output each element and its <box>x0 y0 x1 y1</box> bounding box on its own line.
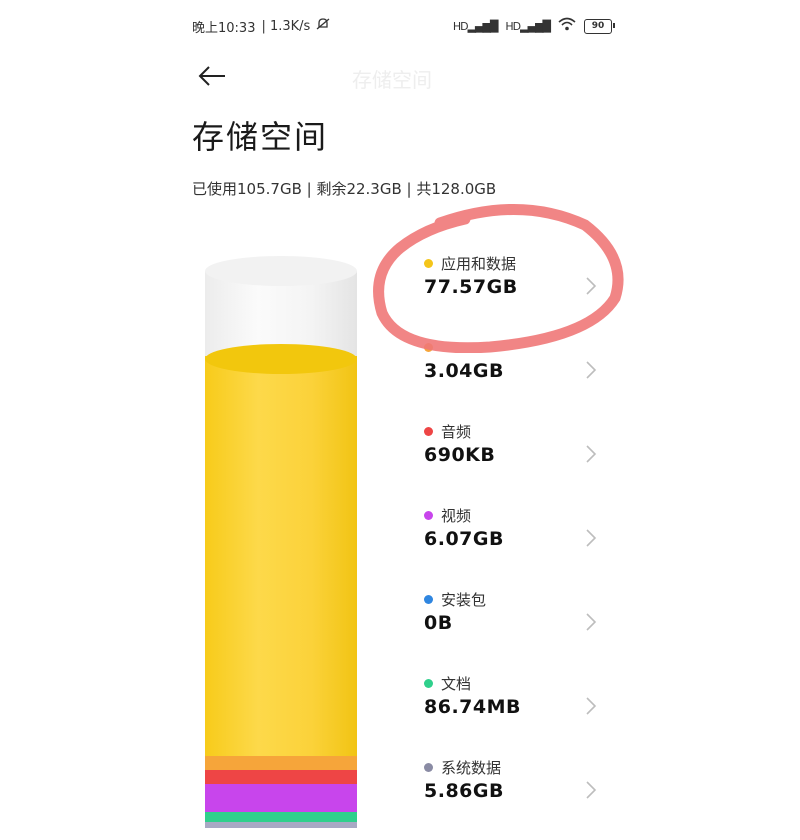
category-value: 77.57GB <box>424 276 518 298</box>
category-value: 0B <box>424 612 453 634</box>
segment-audio <box>205 770 357 784</box>
chevron-right-icon <box>586 697 597 715</box>
segment-images <box>205 756 357 770</box>
category-color-dot <box>424 426 433 436</box>
category-label: 音频 <box>441 422 472 441</box>
category-apps[interactable]: 应用和数据 77.57GB <box>424 252 604 336</box>
category-label: 文档 <box>441 674 472 693</box>
category-value: 3.04GB <box>424 360 504 382</box>
category-value: 86.74MB <box>424 696 521 718</box>
mute-bell-icon <box>316 17 330 35</box>
status-time: 晚上10:33 <box>192 20 256 36</box>
category-color-dot <box>424 678 433 688</box>
cylinder-top <box>205 256 357 286</box>
category-color-dot <box>424 258 433 268</box>
chevron-right-icon <box>586 445 597 463</box>
category-color-dot <box>424 510 433 520</box>
category-value: 6.07GB <box>424 528 504 550</box>
category-label: 系统数据 <box>441 758 502 777</box>
category-value: 5.86GB <box>424 780 504 802</box>
page-title: 存储空间 <box>192 118 329 156</box>
category-label: 应用和数据 <box>441 254 517 273</box>
segment-system <box>205 822 357 828</box>
back-arrow-icon <box>198 66 225 86</box>
chevron-right-icon <box>586 277 597 295</box>
segment-video <box>205 784 357 812</box>
category-color-dot <box>424 762 433 772</box>
category-video[interactable]: 视频 6.07GB <box>424 504 604 588</box>
signal-1-icon: HD▂▄▆█ <box>452 19 499 33</box>
signal-2-icon: HD▂▄▆█ <box>505 19 551 33</box>
category-system[interactable]: 系统数据 5.86GB <box>424 756 604 840</box>
chevron-right-icon <box>586 613 597 631</box>
category-label: 视频 <box>441 506 472 525</box>
category-apk[interactable]: 安装包 0B <box>424 588 604 672</box>
storage-summary: 已使用105.7GB | 剩余22.3GB | 共128.0GB <box>192 180 497 198</box>
battery-icon: 90 <box>584 18 615 34</box>
category-color-dot <box>424 594 433 604</box>
category-value: 690KB <box>424 444 496 466</box>
chevron-right-icon <box>586 361 597 379</box>
status-right: HD▂▄▆█ HD▂▄▆█ 90 <box>452 17 615 35</box>
back-button[interactable] <box>196 60 228 92</box>
category-list: 应用和数据 77.57GB 3.04GB 音频 690KB 视频 6.07GB … <box>424 252 604 840</box>
category-docs[interactable]: 文档 86.74MB <box>424 672 604 756</box>
header-title-ghost: 存储空间 <box>352 68 432 92</box>
segment-docs <box>205 812 357 822</box>
chevron-right-icon <box>586 529 597 547</box>
chevron-right-icon <box>586 781 597 799</box>
wifi-icon <box>558 17 576 35</box>
status-bar: 晚上10:33 | 1.3K/s HD▂▄▆█ HD▂▄▆█ 90 <box>192 14 615 38</box>
segment-apps <box>205 356 357 756</box>
storage-cylinder <box>205 256 357 828</box>
segment-apps-top <box>205 344 357 374</box>
network-speed: | 1.3K/s <box>261 18 311 34</box>
category-audio[interactable]: 音频 690KB <box>424 420 604 504</box>
category-label: 安装包 <box>441 590 487 609</box>
status-left: 晚上10:33 | 1.3K/s <box>192 17 330 36</box>
category-color-dot <box>424 342 433 352</box>
category-images[interactable]: 3.04GB <box>424 336 604 420</box>
